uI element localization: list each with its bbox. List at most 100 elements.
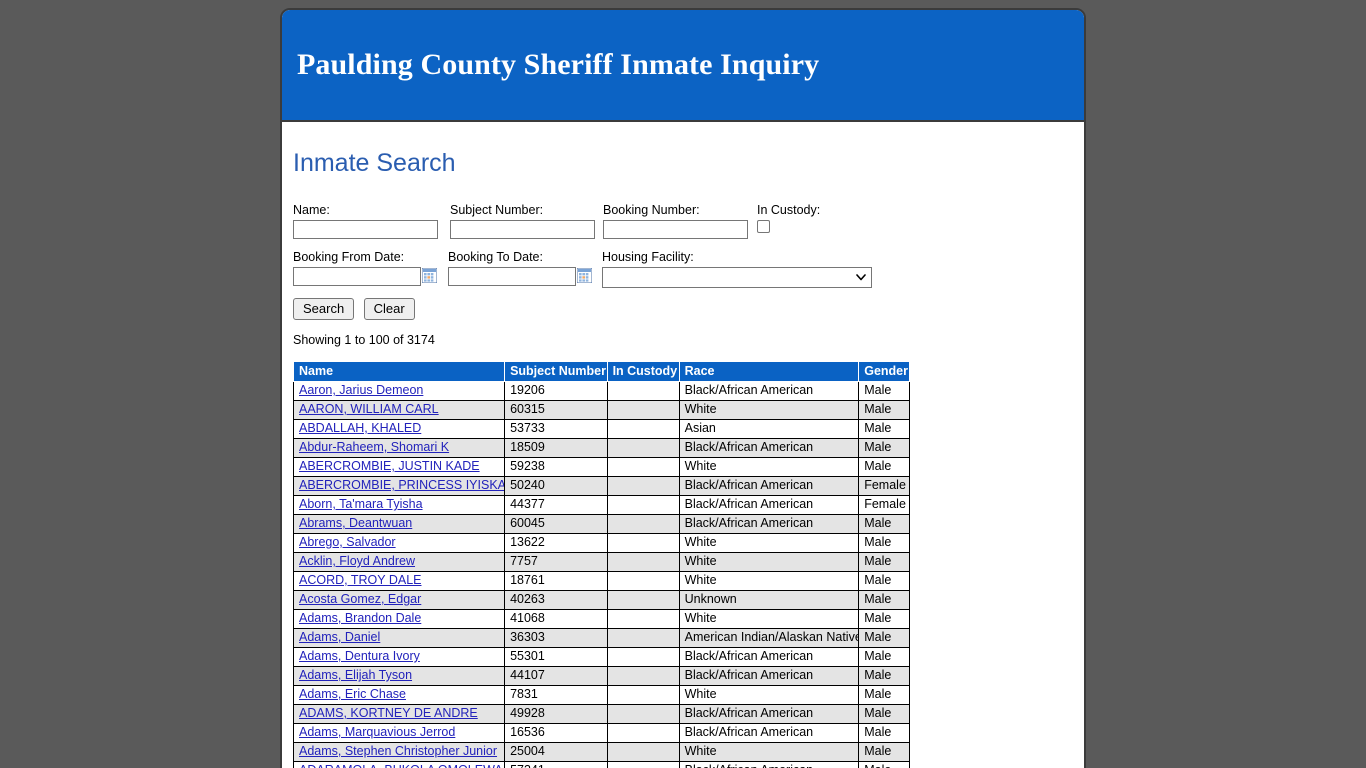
inmate-name-link[interactable]: ABDALLAH, KHALED (299, 421, 421, 435)
in-custody-checkbox[interactable] (757, 220, 770, 233)
cell-subject-number: 53733 (504, 419, 608, 439)
name-input[interactable] (293, 220, 438, 239)
cell-in-custody (606, 514, 680, 534)
cell-name: ADARAMOLA, BUKOLA OMOLEWA (292, 761, 506, 768)
inmate-name-link[interactable]: Acklin, Floyd Andrew (299, 554, 415, 568)
section-heading: Inmate Search (293, 149, 456, 177)
search-button[interactable]: Search (293, 298, 355, 320)
calendar-icon[interactable] (422, 268, 437, 283)
column-header-in-custody[interactable]: In Custody (606, 361, 680, 382)
inmate-name-link[interactable]: ABERCROMBIE, PRINCESS IYISKA (299, 478, 504, 492)
inmate-results-table: Name Subject Number In Custody Race Gend… (292, 361, 910, 768)
cell-in-custody (606, 400, 680, 420)
column-header-subject-number[interactable]: Subject Number (504, 361, 608, 382)
subject-number-input[interactable] (450, 220, 595, 239)
column-header-race[interactable]: Race (678, 361, 860, 382)
table-row: ACORD, TROY DALE 18761 White Male (292, 571, 910, 591)
cell-subject-number: 44377 (504, 495, 608, 515)
cell-in-custody (606, 628, 680, 648)
cell-race: White (678, 742, 860, 762)
cell-subject-number: 50240 (504, 476, 608, 496)
cell-gender: Male (858, 685, 910, 705)
inmate-name-link[interactable]: ADARAMOLA, BUKOLA OMOLEWA (299, 763, 503, 768)
cell-subject-number: 60045 (504, 514, 608, 534)
inmate-name-link[interactable]: Adams, Stephen Christopher Junior (299, 744, 497, 758)
cell-race: Black/African American (678, 495, 860, 515)
cell-gender: Female (858, 476, 910, 496)
cell-race: White (678, 571, 860, 591)
inmate-name-link[interactable]: Adams, Dentura Ivory (299, 649, 420, 663)
cell-gender: Male (858, 419, 910, 439)
booking-from-date-label: Booking From Date: (293, 250, 405, 264)
housing-facility-select[interactable] (602, 267, 872, 288)
cell-name: Adams, Stephen Christopher Junior (292, 742, 506, 762)
cell-in-custody (606, 704, 680, 724)
cell-name: ABDALLAH, KHALED (292, 419, 506, 439)
cell-in-custody (606, 476, 680, 496)
inmate-name-link[interactable]: ADAMS, KORTNEY DE ANDRE (299, 706, 478, 720)
cell-gender: Male (858, 514, 910, 534)
inmate-name-link[interactable]: Abdur-Raheem, Shomari K (299, 440, 449, 454)
column-header-name[interactable]: Name (292, 361, 506, 382)
inmate-name-link[interactable]: Abrams, Deantwuan (299, 516, 412, 530)
cell-in-custody (606, 609, 680, 629)
inmate-name-link[interactable]: Adams, Elijah Tyson (299, 668, 412, 682)
booking-to-date-input[interactable] (448, 267, 576, 286)
cell-subject-number: 49928 (504, 704, 608, 724)
cell-race: Black/African American (678, 381, 860, 401)
cell-in-custody (606, 685, 680, 705)
cell-name: Adams, Elijah Tyson (292, 666, 506, 686)
cell-race: Black/African American (678, 647, 860, 667)
inmate-name-link[interactable]: Aaron, Jarius Demeon (299, 383, 423, 397)
page-background: Paulding County Sheriff Inmate Inquiry I… (0, 0, 1366, 768)
inmate-name-link[interactable]: Adams, Marquavious Jerrod (299, 725, 455, 739)
booking-from-date-field-group: Booking From Date: (293, 250, 437, 286)
cell-name: Abrego, Salvador (292, 533, 506, 553)
inmate-name-link[interactable]: Adams, Brandon Dale (299, 611, 421, 625)
inmate-name-link[interactable]: AARON, WILLIAM CARL (299, 402, 439, 416)
table-row: Acklin, Floyd Andrew 7757 White Male (292, 552, 910, 572)
booking-number-input[interactable] (603, 220, 748, 239)
inmate-name-link[interactable]: Adams, Eric Chase (299, 687, 406, 701)
inmate-name-link[interactable]: ACORD, TROY DALE (299, 573, 422, 587)
cell-in-custody (606, 438, 680, 458)
booking-from-date-input[interactable] (293, 267, 421, 286)
table-row: ABDALLAH, KHALED 53733 Asian Male (292, 419, 910, 439)
cell-name: Acklin, Floyd Andrew (292, 552, 506, 572)
cell-subject-number: 19206 (504, 381, 608, 401)
inmate-name-link[interactable]: Abrego, Salvador (299, 535, 396, 549)
cell-name: Adams, Brandon Dale (292, 609, 506, 629)
table-row: AARON, WILLIAM CARL 60315 White Male (292, 400, 910, 420)
cell-in-custody (606, 571, 680, 591)
cell-subject-number: 36303 (504, 628, 608, 648)
table-row: Adams, Brandon Dale 41068 White Male (292, 609, 910, 629)
clear-button[interactable]: Clear (363, 298, 415, 320)
cell-subject-number: 7757 (504, 552, 608, 572)
table-row: Abrams, Deantwuan 60045 Black/African Amer… (292, 514, 910, 534)
inmate-name-link[interactable]: Acosta Gomez, Edgar (299, 592, 421, 606)
calendar-icon[interactable] (577, 268, 592, 283)
booking-number-field-group: Booking Number: (603, 203, 748, 239)
cell-in-custody (606, 419, 680, 439)
table-row: ABERCROMBIE, JUSTIN KADE 59238 White Male (292, 457, 910, 477)
booking-to-date-field-group: Booking To Date: (448, 250, 592, 286)
cell-name: Aaron, Jarius Demeon (292, 381, 506, 401)
table-row: Adams, Marquavious Jerrod 16536 Black/Afri… (292, 723, 910, 743)
cell-gender: Male (858, 400, 910, 420)
cell-in-custody (606, 761, 680, 768)
inmate-name-link[interactable]: Aborn, Ta'mara Tyisha (299, 497, 423, 511)
booking-number-label: Booking Number: (603, 203, 700, 217)
site-header-banner: Paulding County Sheriff Inmate Inquiry (282, 10, 1084, 122)
cell-race: Asian (678, 419, 860, 439)
inmate-name-link[interactable]: ABERCROMBIE, JUSTIN KADE (299, 459, 480, 473)
inmate-name-link[interactable]: Adams, Daniel (299, 630, 380, 644)
cell-subject-number: 55301 (504, 647, 608, 667)
cell-race: White (678, 400, 860, 420)
table-row: ADAMS, KORTNEY DE ANDRE 49928 Black/Africa… (292, 704, 910, 724)
cell-gender: Male (858, 704, 910, 724)
cell-race: Unknown (678, 590, 860, 610)
cell-gender: Male (858, 571, 910, 591)
column-header-gender[interactable]: Gender (858, 361, 910, 382)
cell-gender: Male (858, 666, 910, 686)
cell-name: Aborn, Ta'mara Tyisha (292, 495, 506, 515)
